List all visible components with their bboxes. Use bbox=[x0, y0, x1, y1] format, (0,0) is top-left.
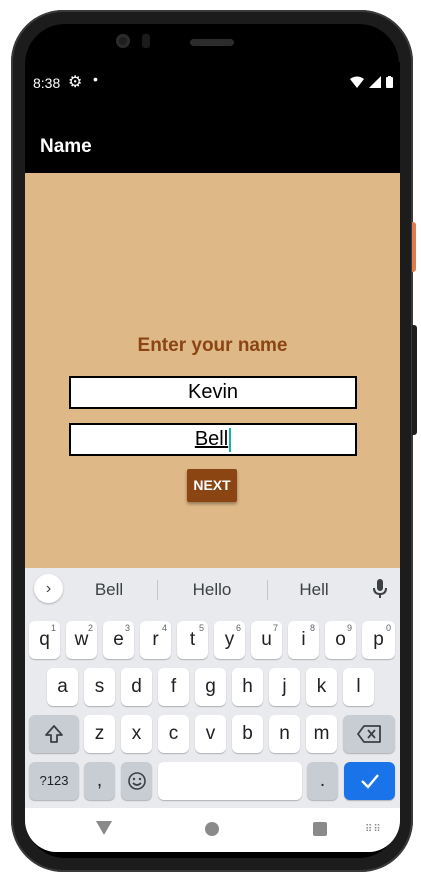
next-button[interactable]: NEXT bbox=[187, 469, 237, 502]
name-form: Enter your name Kevin Bell NEXT bbox=[25, 173, 400, 568]
signal-icon bbox=[369, 76, 381, 88]
suggestion-divider bbox=[157, 580, 158, 600]
key-j[interactable]: j bbox=[269, 668, 300, 706]
key-hint: 3 bbox=[124, 623, 130, 633]
key-label: w bbox=[74, 629, 89, 650]
key-label: u bbox=[261, 629, 272, 650]
shift-key[interactable] bbox=[29, 715, 79, 753]
home-icon[interactable] bbox=[205, 822, 219, 836]
symbols-key[interactable]: ?123 bbox=[29, 762, 79, 800]
period-key[interactable]: . bbox=[307, 762, 338, 800]
key-u[interactable]: u7 bbox=[251, 621, 282, 659]
key-label: y bbox=[224, 629, 235, 650]
key-p[interactable]: p0 bbox=[362, 621, 395, 659]
key-hint: 1 bbox=[50, 623, 56, 633]
enter-key[interactable] bbox=[344, 762, 395, 800]
last-name-value: Bell bbox=[194, 428, 229, 450]
key-c[interactable]: c bbox=[158, 715, 189, 753]
key-x[interactable]: x bbox=[121, 715, 152, 753]
key-s[interactable]: s bbox=[84, 668, 115, 706]
soft-keyboard: › Bell Hello Hell q1 w2 e3 r4 t5 y6 u7 i… bbox=[25, 568, 400, 808]
key-hint: 7 bbox=[272, 623, 278, 633]
microphone-icon[interactable] bbox=[372, 578, 388, 600]
power-button bbox=[412, 222, 416, 272]
key-k[interactable]: k bbox=[306, 668, 337, 706]
key-hint: 5 bbox=[198, 623, 204, 633]
first-name-input[interactable]: Kevin bbox=[69, 376, 357, 409]
gear-icon: ⚙ bbox=[68, 74, 83, 91]
keyboard-switch-icon[interactable]: ⠿⠿ bbox=[365, 824, 382, 835]
key-a[interactable]: a bbox=[47, 668, 78, 706]
form-prompt: Enter your name bbox=[137, 335, 288, 356]
key-hint: 2 bbox=[87, 623, 93, 633]
notification-dot: • bbox=[93, 71, 98, 87]
key-hint: 0 bbox=[385, 623, 391, 633]
suggestion-bar: › Bell Hello Hell bbox=[25, 568, 400, 611]
app-bar: Name bbox=[25, 104, 400, 173]
key-label: o bbox=[335, 629, 346, 650]
key-v[interactable]: v bbox=[195, 715, 226, 753]
key-z[interactable]: z bbox=[84, 715, 115, 753]
key-label: e bbox=[113, 629, 124, 650]
key-hint: 9 bbox=[346, 623, 352, 633]
key-f[interactable]: f bbox=[158, 668, 189, 706]
suggestion-item[interactable]: Hell bbox=[264, 580, 364, 600]
suggestion-item[interactable]: Hello bbox=[162, 580, 262, 600]
backspace-icon bbox=[357, 725, 381, 743]
key-hint: 6 bbox=[235, 623, 241, 633]
key-label: t bbox=[189, 629, 196, 650]
emoji-key[interactable] bbox=[121, 762, 152, 800]
key-b[interactable]: b bbox=[232, 715, 263, 753]
system-nav-bar: ⠿⠿ bbox=[25, 808, 400, 852]
checkmark-icon bbox=[360, 774, 379, 789]
back-triangle-icon[interactable] bbox=[95, 820, 113, 836]
status-bar: 8:38 ⚙ • bbox=[25, 62, 400, 104]
screen: 8:38 ⚙ • Name Enter your name Kevin Bell… bbox=[25, 62, 400, 852]
key-y[interactable]: y6 bbox=[214, 621, 245, 659]
key-e[interactable]: e3 bbox=[103, 621, 134, 659]
key-g[interactable]: g bbox=[195, 668, 226, 706]
space-bar[interactable] bbox=[158, 762, 302, 800]
page-title: Name bbox=[40, 136, 92, 157]
key-l[interactable]: l bbox=[343, 668, 374, 706]
key-q[interactable]: q1 bbox=[29, 621, 60, 659]
key-hint: 4 bbox=[161, 623, 167, 633]
backspace-key[interactable] bbox=[343, 715, 395, 753]
sensor bbox=[142, 34, 150, 48]
suggestion-item[interactable]: Bell bbox=[59, 580, 159, 600]
status-time: 8:38 bbox=[33, 75, 61, 91]
key-hint: 8 bbox=[309, 623, 315, 633]
key-n[interactable]: n bbox=[269, 715, 300, 753]
shift-arrow-icon bbox=[45, 725, 63, 743]
smiley-icon bbox=[127, 772, 146, 790]
text-cursor bbox=[229, 427, 232, 452]
key-d[interactable]: d bbox=[121, 668, 152, 706]
key-label: q bbox=[39, 629, 50, 650]
first-name-value: Kevin bbox=[187, 381, 239, 403]
earpiece-speaker bbox=[190, 39, 234, 46]
status-icons bbox=[350, 76, 393, 88]
key-label: r bbox=[152, 629, 159, 650]
key-o[interactable]: o9 bbox=[325, 621, 356, 659]
last-name-input[interactable]: Bell bbox=[69, 423, 357, 456]
key-r[interactable]: r4 bbox=[140, 621, 171, 659]
comma-key[interactable]: , bbox=[84, 762, 115, 800]
volume-button bbox=[412, 325, 417, 435]
key-label: i bbox=[301, 629, 306, 650]
key-i[interactable]: i8 bbox=[288, 621, 319, 659]
battery-icon bbox=[386, 76, 393, 88]
wifi-icon bbox=[350, 76, 364, 88]
front-camera bbox=[116, 34, 130, 48]
key-w[interactable]: w2 bbox=[66, 621, 97, 659]
key-t[interactable]: t5 bbox=[177, 621, 208, 659]
key-m[interactable]: m bbox=[306, 715, 337, 753]
key-h[interactable]: h bbox=[232, 668, 263, 706]
key-label: p bbox=[373, 629, 384, 650]
recents-icon[interactable] bbox=[313, 822, 327, 836]
